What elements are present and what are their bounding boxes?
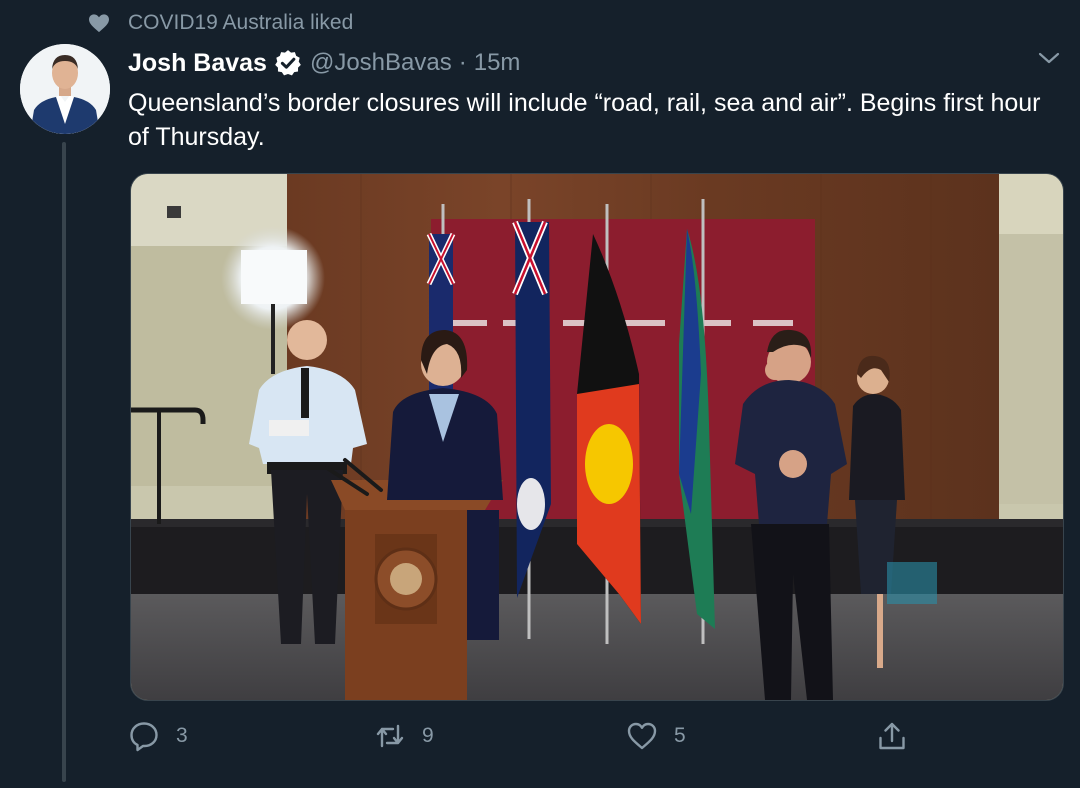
heart-icon — [627, 722, 657, 750]
like-button[interactable]: 5 — [626, 716, 686, 756]
retweet-count: 9 — [422, 724, 434, 747]
tweet-timestamp[interactable]: 15m — [474, 49, 521, 77]
author-handle[interactable]: @JoshBavas — [310, 49, 452, 77]
tweet-media[interactable] — [130, 173, 1064, 701]
tweet-header: Josh Bavas @JoshBavas · 15m — [128, 44, 520, 82]
separator-dot: · — [458, 49, 467, 76]
tweet-text: Queensland’s border closures will includ… — [128, 89, 1041, 151]
reply-icon — [130, 722, 158, 752]
press-conference-photo — [131, 174, 1063, 700]
social-context-label: COVID19 Australia liked — [128, 11, 354, 34]
social-context[interactable]: COVID19 Australia liked — [88, 10, 353, 36]
reply-count: 3 — [176, 724, 188, 747]
thread-line — [62, 142, 66, 782]
reply-button[interactable]: 3 — [128, 716, 188, 756]
author-name[interactable]: Josh Bavas — [128, 49, 267, 78]
share-icon — [879, 722, 905, 750]
retweet-icon — [376, 724, 404, 748]
avatar[interactable] — [20, 44, 110, 134]
share-button[interactable] — [876, 716, 908, 756]
tweet-actions: 3 9 5 — [128, 716, 918, 756]
avatar-image — [20, 44, 110, 134]
chevron-down-icon[interactable] — [1036, 48, 1062, 68]
heart-icon — [89, 14, 109, 33]
verified-badge-icon — [275, 50, 301, 76]
retweet-button[interactable]: 9 — [374, 716, 434, 756]
like-count: 5 — [674, 724, 686, 747]
